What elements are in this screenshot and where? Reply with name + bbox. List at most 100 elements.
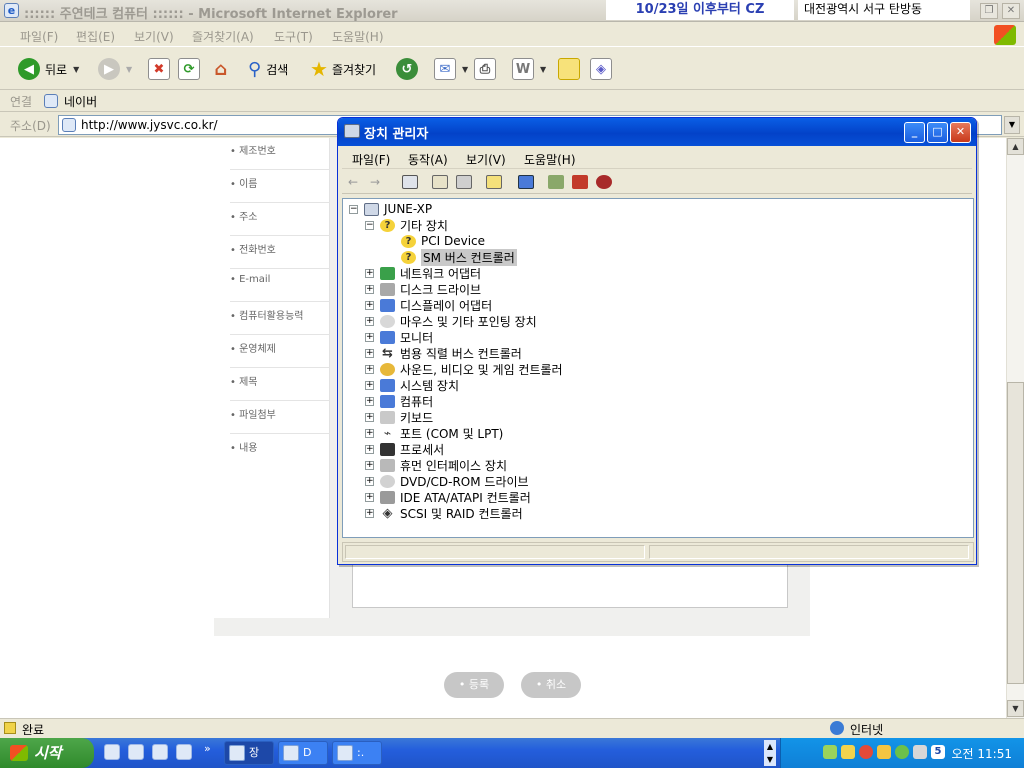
minimize-icon[interactable]: _ — [904, 122, 925, 143]
menu-favorites[interactable]: 즐겨찾기(A) — [192, 28, 254, 45]
task-ie[interactable]: :. — [332, 741, 382, 765]
scan-hardware-icon[interactable] — [518, 175, 534, 189]
block-icon[interactable] — [859, 745, 873, 759]
help-icon[interactable] — [486, 175, 502, 189]
tree-item-other-devices[interactable]: − ? 기타 장치 — [365, 217, 448, 233]
menu-edit[interactable]: 편집(E) — [76, 28, 115, 45]
messenger-tray-icon[interactable] — [895, 745, 909, 759]
expand-icon[interactable]: + — [365, 476, 374, 486]
print-icon[interactable] — [456, 175, 472, 189]
home-button[interactable]: ⌂ — [210, 56, 232, 82]
discuss-button[interactable] — [558, 56, 580, 82]
collapse-icon[interactable]: − — [349, 204, 358, 214]
refresh-button[interactable]: ⟳ — [178, 56, 200, 82]
naver-link[interactable]: 네이버 — [64, 93, 97, 110]
shield-icon[interactable] — [877, 745, 891, 759]
expand-icon[interactable]: + — [365, 316, 374, 326]
tree-item-pci-device[interactable]: ? PCI Device — [401, 233, 485, 249]
expand-icon[interactable]: + — [365, 268, 374, 278]
expand-icon[interactable]: + — [365, 332, 374, 342]
quicklaunch-desktop-icon[interactable] — [176, 744, 192, 760]
expand-icon[interactable]: + — [365, 460, 374, 470]
tree-item-scsi[interactable]: + ◈ SCSI 및 RAID 컨트롤러 — [365, 505, 523, 521]
taskbar-scroll-icon[interactable]: ▲ ▼ — [764, 740, 776, 766]
menu-tools[interactable]: 도구(T) — [274, 28, 313, 45]
expand-icon[interactable]: + — [365, 396, 374, 406]
collapse-icon[interactable]: − — [365, 220, 374, 230]
tree-item-hid[interactable]: + 휴먼 인터페이스 장치 — [365, 457, 507, 473]
forward-dropdown-icon[interactable]: ▼ — [126, 65, 132, 74]
scroll-down-icon[interactable]: ▼ — [1007, 700, 1024, 717]
edit-dropdown-icon[interactable]: ▼ — [540, 65, 546, 74]
scroll-thumb[interactable] — [1007, 382, 1024, 684]
back-arrow-icon[interactable]: ← — [348, 175, 364, 189]
expand-icon[interactable]: + — [365, 508, 374, 518]
stop-button[interactable]: ✖ — [148, 56, 170, 82]
cancel-button[interactable]: • 취소 — [521, 672, 581, 698]
favorites-button[interactable]: ★ 즐겨찾기 — [310, 56, 376, 82]
properties-icon[interactable] — [432, 175, 448, 189]
close-icon[interactable]: ✕ — [950, 122, 971, 143]
tree-item-sm-bus[interactable]: ? SM 버스 컨트롤러 — [401, 248, 517, 266]
tree-item-mouse[interactable]: + 마우스 및 기타 포인팅 장치 — [365, 313, 537, 329]
start-button[interactable]: 시작 — [0, 738, 94, 768]
tree-item-monitor[interactable]: + 모니터 — [365, 329, 433, 345]
scroll-up-icon[interactable]: ▲ — [1007, 138, 1024, 155]
history-button[interactable]: ↺ — [396, 56, 418, 82]
tree-item-disk[interactable]: + 디스크 드라이브 — [365, 281, 481, 297]
expand-icon[interactable]: + — [365, 300, 374, 310]
restore-icon[interactable]: ❐ — [980, 3, 998, 19]
quicklaunch-docs-icon[interactable] — [128, 744, 144, 760]
tree-item-display[interactable]: + 디스플레이 어댑터 — [365, 297, 492, 313]
expand-icon[interactable]: + — [365, 492, 374, 502]
quicklaunch-ie2-icon[interactable] — [152, 744, 168, 760]
update-driver-icon[interactable] — [548, 175, 564, 189]
menu-help[interactable]: 도움말(H) — [332, 28, 384, 45]
expand-icon[interactable]: + — [365, 412, 374, 422]
menu-view[interactable]: 보기(V) — [134, 28, 174, 45]
print-button[interactable]: ⎙ — [474, 56, 496, 82]
tree-item-ports[interactable]: + ⌁ 포트 (COM 및 LPT) — [365, 425, 503, 441]
task-device-manager[interactable]: 장 — [224, 741, 274, 765]
tree-item-keyboard[interactable]: + 키보드 — [365, 409, 433, 425]
tree-item-processor[interactable]: + 프로세서 — [365, 441, 444, 457]
page-scrollbar[interactable]: ▲ ▼ — [1006, 138, 1024, 718]
tray-badge[interactable]: 5 — [931, 745, 945, 759]
back-button[interactable]: ◀ 뒤로 ▼ — [18, 56, 79, 82]
address-dropdown-icon[interactable]: ▼ — [1004, 116, 1020, 134]
maximize-icon[interactable]: □ — [927, 122, 948, 143]
quicklaunch-ie-icon[interactable] — [104, 744, 120, 760]
forward-button[interactable]: ▶ ▼ — [98, 56, 132, 82]
messenger-button[interactable]: ◈ — [590, 56, 612, 82]
search-button[interactable]: ⚲ 검색 — [248, 56, 288, 82]
tree-item-dvd[interactable]: + DVD/CD-ROM 드라이브 — [365, 473, 529, 489]
expand-icon[interactable]: + — [365, 348, 374, 358]
tree-item-ide[interactable]: + IDE ATA/ATAPI 컨트롤러 — [365, 489, 531, 505]
security-icon[interactable] — [841, 745, 855, 759]
mail-button[interactable]: ✉ ▼ — [434, 56, 468, 82]
edit-button[interactable]: W ▼ — [512, 56, 546, 82]
tree-item-computer[interactable]: + 컴퓨터 — [365, 393, 433, 409]
menu-file[interactable]: 파일(F) — [20, 28, 58, 45]
tree-item-network[interactable]: + 네트워크 어댑터 — [365, 265, 481, 281]
console-tree-icon[interactable] — [402, 175, 418, 189]
task-d[interactable]: D — [278, 741, 328, 765]
tree-item-sound[interactable]: + 사운드, 비디오 및 게임 컨트롤러 — [365, 361, 563, 377]
uninstall-icon[interactable] — [572, 175, 588, 189]
dm-menu-file[interactable]: 파일(F) — [352, 151, 390, 168]
back-dropdown-icon[interactable]: ▼ — [73, 65, 79, 74]
disable-icon[interactable] — [596, 175, 612, 189]
tree-root[interactable]: − JUNE-XP — [349, 201, 432, 217]
mail-dropdown-icon[interactable]: ▼ — [462, 65, 468, 74]
expand-icon[interactable]: + — [365, 380, 374, 390]
dm-menu-help[interactable]: 도움말(H) — [524, 151, 576, 168]
dm-menu-view[interactable]: 보기(V) — [466, 151, 506, 168]
expand-icon[interactable]: + — [365, 444, 374, 454]
close-icon[interactable]: ✕ — [1002, 3, 1020, 19]
tree-item-usb[interactable]: + ⇆ 범용 직렬 버스 컨트롤러 — [365, 345, 522, 361]
tree-item-system[interactable]: + 시스템 장치 — [365, 377, 459, 393]
expand-icon[interactable]: + — [365, 364, 374, 374]
forward-arrow-icon[interactable]: → — [370, 175, 386, 189]
expand-icon[interactable]: + — [365, 284, 374, 294]
antivirus-icon[interactable] — [913, 745, 927, 759]
